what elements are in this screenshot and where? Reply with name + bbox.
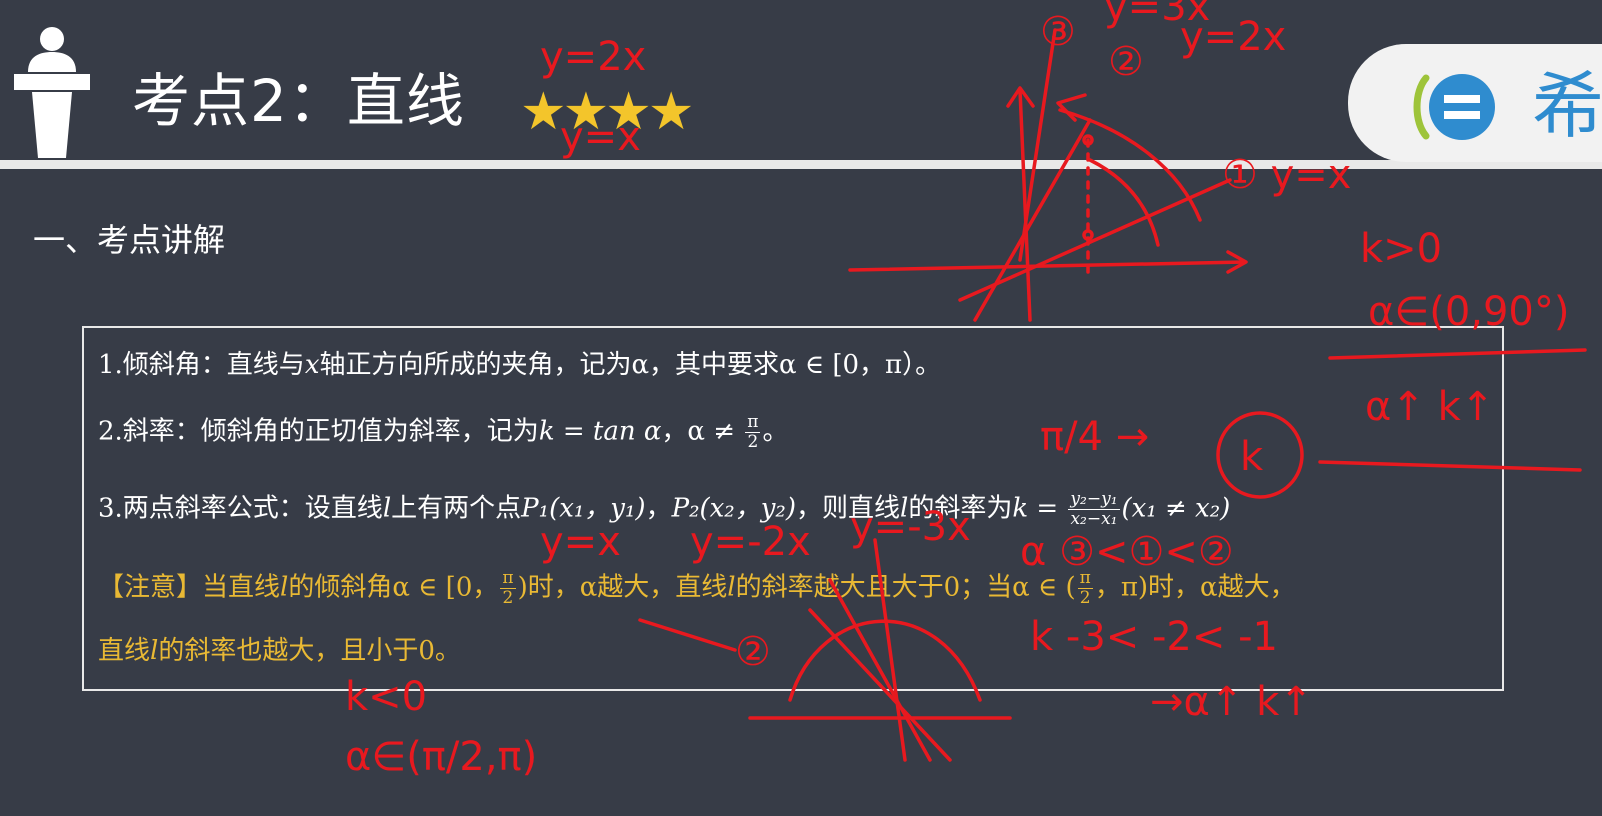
difficulty-stars: ★★★★: [520, 82, 694, 142]
var-l: l: [382, 493, 392, 524]
line3-mid3: 的斜率为: [908, 493, 1013, 524]
pi-over-2-fraction-2: π2: [1077, 568, 1093, 608]
note2-prefix: 直线: [98, 636, 151, 666]
definition-slope: 2.斜率：倾斜角的正切值为斜率，记为k = tan α，α ≠ π 2。: [98, 414, 788, 451]
line3-mid2: ，则直线: [795, 493, 900, 524]
point-p1: P₁(x₁，y₁): [521, 493, 646, 524]
annot-top-x-axis: [848, 260, 1247, 272]
pi-over-2-fraction: π2: [745, 412, 761, 452]
pi-over-2-fraction: π2: [500, 568, 516, 608]
section-heading: 一、考点讲解: [33, 221, 226, 259]
frac-denominator: 2: [1079, 588, 1091, 608]
line3-sep: ，: [645, 493, 672, 524]
annot-arrowhead: [1226, 250, 1248, 274]
line1-suffix: 轴正方向所成的夹角，记为α，其中要求α ∈ [0，π）。: [319, 350, 942, 380]
annot-alpha-range-negative: α∈(π/2,π): [345, 734, 537, 780]
annot-top-y-axis: [1018, 88, 1032, 322]
line3-prefix: 3.两点斜率公式：设直线: [98, 493, 383, 524]
annot-arrowhead: [1006, 86, 1035, 108]
annot-arc: [1088, 158, 1160, 247]
frac-numerator: π: [500, 568, 516, 589]
annot-point: [1082, 134, 1094, 146]
brand-logo-text: 希: [1532, 64, 1602, 148]
annot-top-left-eq1: y=2x: [540, 34, 646, 80]
annot-eq-3x: y=3x: [1104, 0, 1210, 30]
annot-line-2: [973, 118, 1092, 322]
note1-mid3: 的斜率越大且大于0；当α ∈ (: [735, 572, 1076, 603]
definition-inclination-angle: 1.倾斜角：直线与x轴正方向所成的夹角，记为α，其中要求α ∈ [0，π）。: [98, 350, 941, 381]
lecturer-podium-icon: [14, 27, 90, 158]
annot-circle-1-eq: ① y=x: [1222, 152, 1351, 198]
annot-line-1: [958, 178, 1232, 302]
line3-mid1: 上有两个点: [391, 493, 522, 524]
line2-suffix: 。: [762, 416, 789, 447]
frac-numerator: π: [1077, 568, 1093, 589]
annot-line-3: [1018, 28, 1057, 262]
point-p2: P₂(x₂，y₂): [671, 493, 796, 524]
annot-arrowhead: [1056, 93, 1087, 122]
frac-denominator: 2: [502, 588, 514, 608]
frac-denominator: x₂−x₁: [1070, 509, 1118, 529]
note-line-2: 直线l的斜率也越大，且小于0。: [98, 636, 461, 667]
slide: 考点2：直线 ★★★★ 希 一、考点讲解 1.倾斜角：直线与x轴正方向所成的夹角…: [0, 0, 1602, 816]
var-l-2: l: [727, 572, 736, 603]
line3-suffix: (x₁ ≠ x₂): [1121, 493, 1231, 524]
note1-suffix: ，π)时，α越大，: [1094, 572, 1296, 603]
slope-formula: k = tan α: [538, 416, 662, 447]
note1-prefix: 【注意】当直线: [98, 572, 281, 603]
frac-numerator: π: [745, 412, 761, 433]
two-point-slope-formula: 3.两点斜率公式：设直线l上有两个点P₁(x₁，y₁)，P₂(x₂，y₂)，则直…: [98, 491, 1230, 528]
page-title: 考点2：直线: [132, 67, 465, 135]
note1-mid1: 的倾斜角α ∈ [0，: [288, 572, 499, 603]
annot-k-positive: k>0: [1360, 226, 1442, 272]
frac-denominator: 2: [747, 432, 759, 452]
annot-circle-2: ②: [1108, 39, 1144, 85]
brand-logo-icon: [1413, 74, 1495, 140]
slope-fraction: y₂−y₁ x₂−x₁: [1068, 489, 1120, 529]
annot-circle-3: ③: [1040, 9, 1076, 55]
note2-suffix: 的斜率也越大，且小于0。: [158, 636, 461, 666]
note1-mid2: )时，α越大，直线: [517, 572, 728, 603]
note-line-1: 【注意】当直线l的倾斜角α ∈ [0， π 2)时，α越大，直线l的斜率越大且大于0…: [98, 570, 1296, 607]
line2-prefix: 2.斜率：倾斜角的正切值为斜率，记为: [98, 416, 539, 447]
header-divider: [0, 160, 1602, 169]
k-equals: k =: [1012, 493, 1067, 524]
var-x: x: [304, 350, 320, 380]
annot-eq-2x: y=2x: [1180, 14, 1286, 60]
line2-mid: ，α ≠: [661, 416, 744, 447]
annot-point: [1082, 229, 1094, 241]
frac-numerator: y₂−y₁: [1068, 489, 1120, 510]
line1-prefix: 1.倾斜角：直线与: [98, 350, 305, 380]
